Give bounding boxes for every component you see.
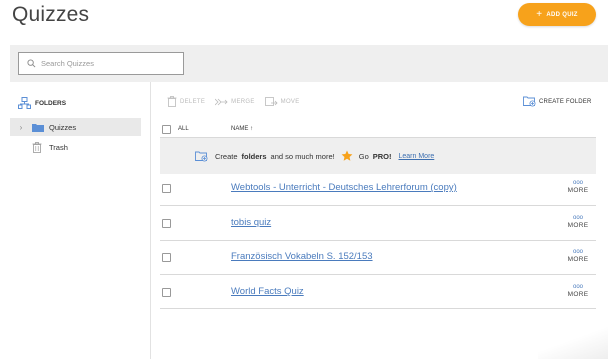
learn-more-link[interactable]: Learn More (399, 153, 435, 160)
name-column-header[interactable]: NAME ↑ (231, 126, 253, 132)
quiz-link[interactable]: World Facts Quiz (231, 286, 304, 297)
add-quiz-label: ADD QUIZ (546, 11, 578, 18)
delete-button[interactable]: DELETE (167, 96, 205, 107)
go-pro-bold: PRO! (372, 151, 392, 161)
promo-text-before: Create (215, 151, 238, 161)
quiz-link[interactable]: tobis quiz (231, 217, 271, 228)
move-label: MOVE (280, 98, 300, 105)
table-header: ALL NAME ↑ (162, 123, 596, 137)
more-label: MORE (567, 222, 589, 229)
more-dots-icon: ooo (572, 180, 583, 186)
toolbar: DELETE MERGE MOVE (167, 96, 300, 107)
plus-icon: + (536, 8, 543, 20)
quiz-link[interactable]: Französisch Vokabeln S. 152/153 (231, 251, 373, 262)
divider (160, 240, 596, 241)
more-button[interactable]: ooo MORE (563, 180, 593, 194)
move-icon (264, 96, 278, 106)
search-input[interactable] (41, 59, 171, 68)
row-checkbox[interactable] (162, 184, 171, 193)
more-dots-icon: ooo (572, 284, 583, 290)
sidebar-item-label: Trash (49, 142, 68, 152)
folders-heading: FOLDERS (18, 97, 66, 109)
promo-text-after: and so much more! (270, 151, 335, 161)
select-all-label: ALL (178, 126, 189, 132)
more-label: MORE (567, 291, 589, 298)
merge-label: MERGE (231, 98, 255, 105)
page-title: Quizzes (12, 3, 90, 26)
trash-icon (167, 96, 177, 107)
more-button[interactable]: ooo MORE (563, 284, 593, 298)
more-dots-icon: ooo (572, 249, 583, 255)
more-dots-icon: ooo (572, 215, 583, 221)
more-label: MORE (567, 187, 589, 194)
search-bar (10, 45, 608, 82)
delete-label: DELETE (180, 98, 206, 105)
move-button[interactable]: MOVE (264, 96, 300, 107)
sidebar-item-label: Quizzes (49, 122, 77, 132)
folders-heading-label: FOLDERS (35, 99, 67, 107)
add-folder-icon (195, 151, 208, 161)
quiz-link[interactable]: Webtools - Unterricht - Deutsches Lehrer… (231, 182, 457, 193)
create-folder-label: CREATE FOLDER (539, 98, 592, 105)
more-button[interactable]: ooo MORE (563, 249, 593, 263)
trash-icon (32, 141, 42, 153)
merge-button[interactable]: MERGE (215, 98, 255, 106)
promo-banner: Create folders and so much more! Go PRO!… (160, 138, 596, 174)
promo-text-bold: folders (241, 151, 267, 161)
divider (160, 205, 596, 206)
sidebar-item-trash[interactable]: Trash (10, 138, 141, 156)
row-checkbox[interactable] (162, 219, 171, 228)
row-checkbox[interactable] (162, 288, 171, 297)
divider (160, 308, 596, 309)
corner-shade (538, 319, 608, 359)
add-folder-icon (523, 96, 536, 107)
search-box[interactable] (18, 52, 184, 75)
more-button[interactable]: ooo MORE (563, 215, 593, 229)
select-all-checkbox[interactable] (162, 125, 171, 134)
star-icon (341, 150, 353, 161)
search-icon (27, 59, 36, 68)
go-pro-prefix: Go (358, 151, 369, 161)
row-checkbox[interactable] (162, 253, 171, 262)
create-folder-button[interactable]: CREATE FOLDER (523, 96, 592, 107)
chevron-right-icon[interactable]: › (10, 123, 32, 132)
merge-icon (215, 98, 228, 105)
folders-tree-icon (18, 97, 31, 109)
more-label: MORE (567, 256, 589, 263)
sidebar-divider (150, 82, 151, 359)
add-quiz-button[interactable]: + ADD QUIZ (518, 3, 596, 26)
folders-sidebar: FOLDERS › Quizzes Trash (10, 82, 150, 359)
sidebar-item-quizzes[interactable]: › Quizzes (10, 118, 141, 136)
divider (160, 274, 596, 275)
folder-icon (32, 123, 44, 132)
